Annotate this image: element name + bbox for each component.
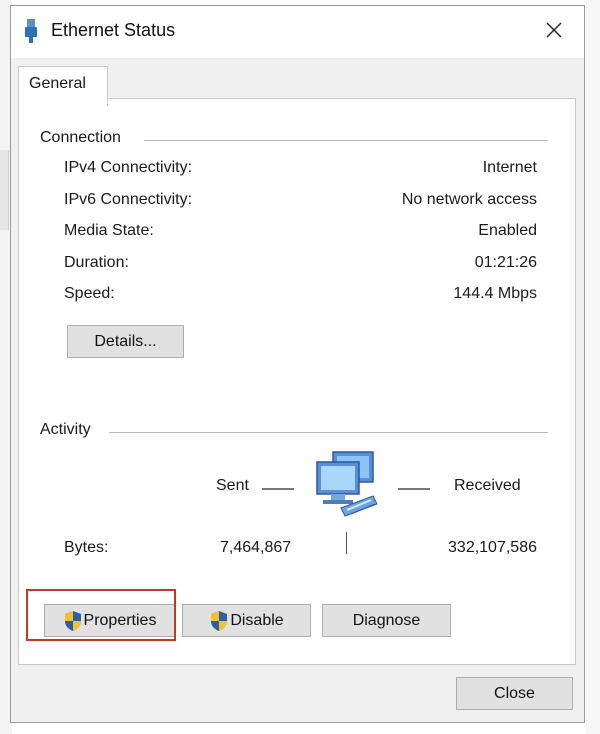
disable-label: Disable	[230, 611, 284, 629]
connection-heading: Connection	[40, 129, 121, 146]
media-state-label: Media State:	[64, 222, 154, 239]
duration-label: Duration:	[64, 254, 129, 271]
bytes-sent-value: 7,464,867	[220, 539, 292, 556]
ipv6-value: No network access	[401, 191, 537, 208]
title-bar: Ethernet Status	[11, 6, 584, 58]
received-line	[398, 488, 430, 490]
received-label: Received	[454, 477, 521, 494]
bytes-label: Bytes:	[64, 539, 109, 556]
bytes-received-value: 332,107,586	[448, 539, 537, 556]
ipv4-label: IPv4 Connectivity:	[64, 159, 193, 176]
diagnose-button[interactable]: Diagnose	[322, 604, 451, 637]
window-title: Ethernet Status	[51, 20, 176, 40]
general-panel: Connection IPv4 Connectivity: Internet I…	[18, 98, 576, 665]
ethernet-status-dialog: Ethernet Status General Connection IPv4 …	[10, 5, 585, 723]
tab-general[interactable]: General	[18, 66, 108, 106]
activity-divider	[109, 432, 548, 433]
speed-value: 144.4 Mbps	[453, 285, 537, 302]
sent-line	[262, 488, 294, 490]
tab-label: General	[29, 75, 86, 92]
background-window-edge-right	[586, 0, 600, 734]
close-button[interactable]: Close	[456, 677, 573, 710]
media-state-value: Enabled	[478, 222, 537, 239]
duration-value: 01:21:26	[474, 254, 537, 271]
background-window-control	[0, 150, 9, 230]
ipv6-label: IPv6 Connectivity:	[64, 191, 193, 208]
close-icon[interactable]	[536, 12, 572, 48]
ipv4-value: Internet	[482, 159, 537, 176]
shield-icon	[211, 610, 228, 631]
details-button[interactable]: Details...	[67, 325, 184, 358]
ethernet-icon	[25, 19, 37, 43]
bytes-separator	[346, 532, 347, 554]
sent-label: Sent	[216, 477, 249, 494]
network-computers-icon	[316, 451, 378, 517]
connection-divider	[144, 140, 548, 141]
activity-heading: Activity	[40, 421, 91, 438]
speed-label: Speed:	[64, 285, 115, 302]
disable-button[interactable]: Disable	[182, 604, 311, 637]
properties-highlight-box	[26, 589, 176, 641]
